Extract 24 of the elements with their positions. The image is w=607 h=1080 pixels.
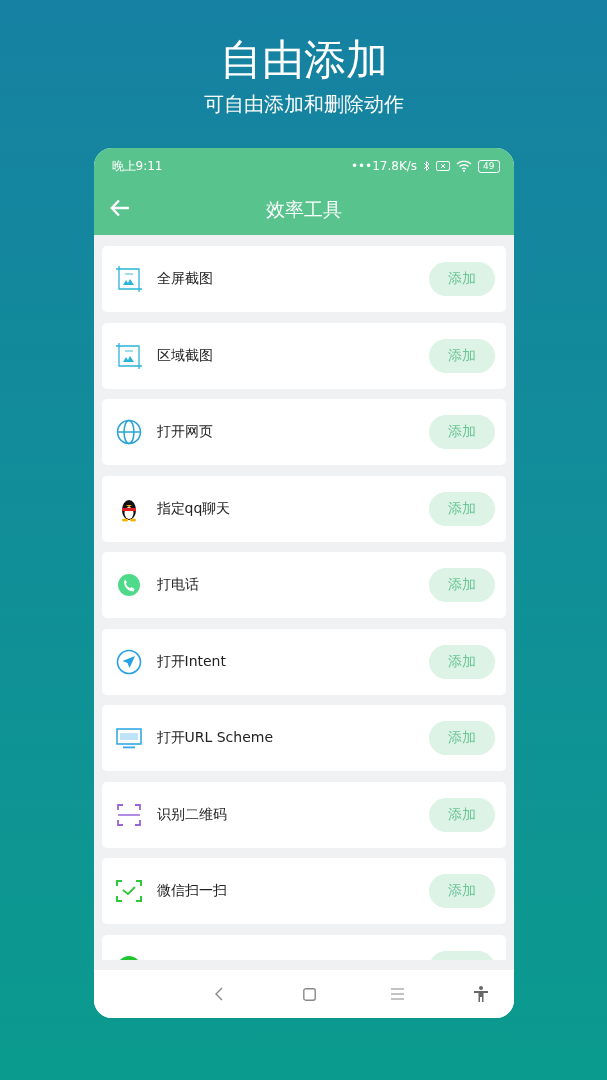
action-label: 区域截图 [156,346,214,365]
add-button[interactable]: 添加 [428,262,495,296]
action-label: 打开网页 [156,423,214,441]
action-label: 打电话 [156,576,200,594]
add-button[interactable]: 添加 [428,644,495,679]
battery-indicator: 49 [478,159,500,173]
action-label: 微信扫一扫 [156,882,228,900]
add-button[interactable]: 添加 [428,874,495,908]
add-button[interactable]: 添加 [428,797,495,832]
add-button[interactable]: 添加 [428,338,495,373]
network-speed: •••17.8K/s [350,159,418,173]
page-title: 效率工具 [265,196,342,222]
subheadline: 可自由添加和删除动作 [203,91,404,118]
action-label: 识别二维码 [156,805,228,824]
action-label: 打开Intent [156,652,227,671]
add-button[interactable]: 添加 [428,568,495,602]
add-button[interactable]: 添加 [428,721,495,755]
action-label: 指定qq聊天 [156,499,232,518]
add-button[interactable]: 添加 [428,491,495,526]
status-time: 晚上9:11 [111,157,163,175]
add-button[interactable]: 添加 [428,415,495,449]
headline: 自由添加 [219,34,388,86]
action-label: 打开URL Scheme [156,729,275,747]
action-label: 全屏截图 [156,270,214,288]
